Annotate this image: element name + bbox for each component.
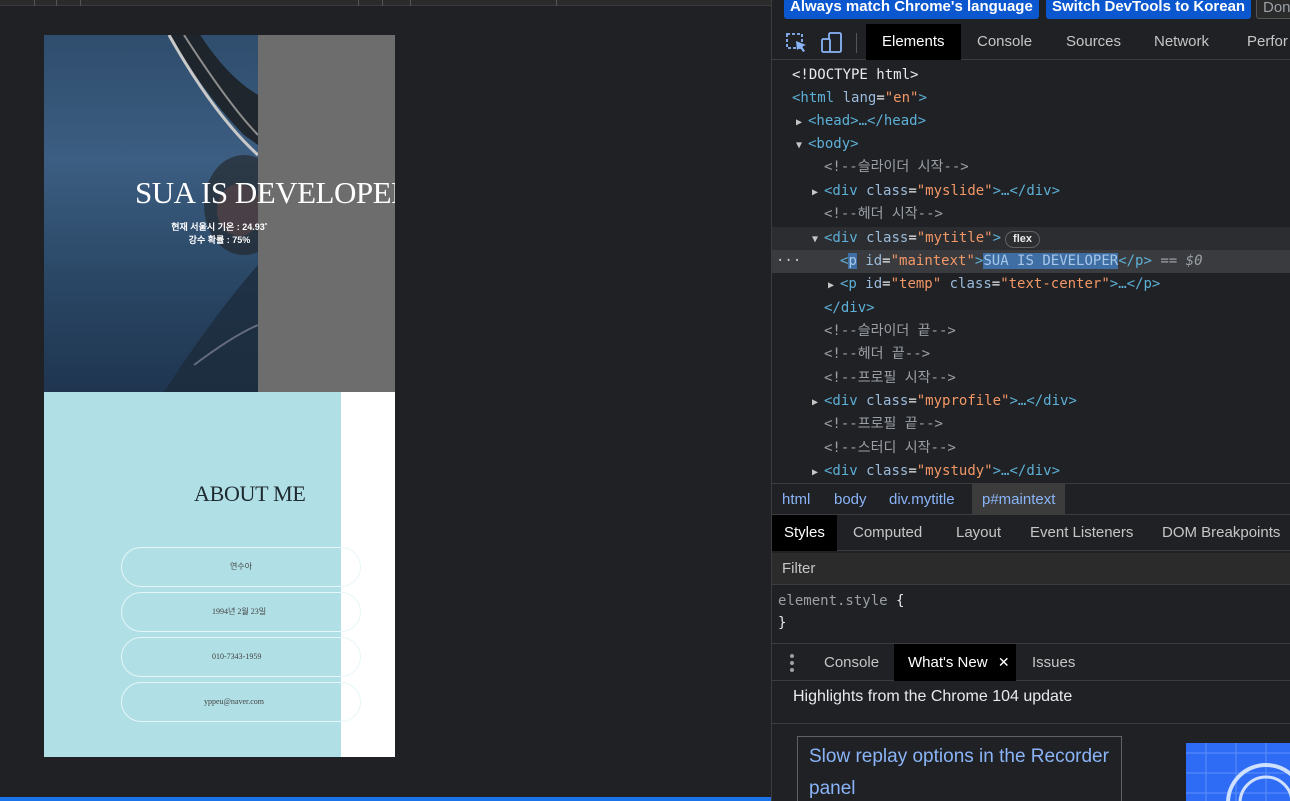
tab-elements[interactable]: Elements	[866, 24, 961, 60]
temperature-text: 현재 서울시 기온 : 24.93˚	[171, 222, 268, 232]
dom-comment[interactable]: <!--프로필 끝-->	[772, 413, 1290, 436]
dom-line-maintext-selected[interactable]: ··· <p id="maintext">SUA IS DEVELOPER</p>…	[772, 250, 1290, 273]
bottom-status-bar	[0, 797, 771, 801]
drawer-tab-whats-new[interactable]: What's New ✕	[894, 644, 1016, 681]
close-icon[interactable]: ✕	[998, 644, 1010, 681]
myprofile: ABOUT ME 연수아 1994년 2월 23일 010-7343-1959 …	[44, 392, 361, 757]
expand-arrow-icon[interactable]: ▶	[812, 181, 824, 204]
dom-line-head[interactable]: ▶ <head>…</head>	[772, 110, 1290, 133]
rain-probability-text: 강수 확률 : 75%	[188, 235, 251, 245]
tab-event-listeners[interactable]: Event Listeners	[1018, 515, 1145, 551]
dom-line-mystudy[interactable]: ▶ <div class="mystudy">…</div>	[772, 460, 1290, 483]
crumb-body[interactable]: body	[824, 484, 877, 515]
myslide: SUA IS DEVELOPER 현재 서울시 기온 : 24.93˚ 강수 확…	[44, 35, 395, 392]
breadcrumb: html body div.mytitle p#maintext	[772, 483, 1290, 515]
tab-console[interactable]: Console	[961, 24, 1048, 60]
dont-show-button[interactable]: Don	[1256, 0, 1290, 19]
crumb-div-mytitle[interactable]: div.mytitle	[879, 484, 965, 515]
devtools-tabbar: Elements Console Sources Network Perfor	[772, 24, 1290, 60]
crumb-html[interactable]: html	[772, 484, 820, 515]
dom-line-doctype[interactable]: <!DOCTYPE html>	[772, 64, 1290, 87]
styles-subtabs: Styles Computed Layout Event Listeners D…	[772, 515, 1290, 551]
collapse-arrow-icon[interactable]: ▼	[812, 228, 824, 251]
expand-arrow-icon[interactable]: ▶	[812, 461, 824, 484]
about-me-heading: ABOUT ME	[194, 481, 306, 506]
tab-layout[interactable]: Layout	[944, 515, 1013, 551]
crumb-p-maintext[interactable]: p#maintext	[972, 484, 1066, 515]
toolbar-separator	[856, 33, 857, 53]
highlights-heading: Highlights from the Chrome 104 update	[793, 688, 1073, 705]
mytitle: SUA IS DEVELOPER 현재 서울시 기온 : 24.93˚ 강수 확…	[44, 175, 395, 247]
weather-info: 현재 서울시 기온 : 24.93˚ 강수 확률 : 75%	[44, 221, 395, 247]
inspect-element-icon[interactable]	[785, 31, 809, 55]
viewport-ruler	[0, 0, 771, 6]
device-toolbar-icon[interactable]	[820, 31, 844, 55]
switch-korean-button[interactable]: Switch DevTools to Korean	[1046, 0, 1252, 19]
rendered-page: SUA IS DEVELOPER 현재 서울시 기온 : 24.93˚ 강수 확…	[44, 35, 395, 757]
main-title: SUA IS DEVELOPER	[135, 175, 395, 210]
dom-line-body[interactable]: ▼ <body>	[772, 133, 1290, 156]
dom-line-mytitle[interactable]: ▼ <div class="mytitle"> flex	[772, 227, 1290, 250]
language-infobar: Always match Chrome's language Switch De…	[772, 0, 1290, 24]
element-style-rule[interactable]: element.style { }	[778, 590, 904, 634]
profile-name: 연수아	[121, 547, 361, 587]
tab-computed[interactable]: Computed	[841, 515, 934, 551]
dom-comment[interactable]: <!--스터디 시작-->	[772, 437, 1290, 460]
drawer-tab-issues[interactable]: Issues	[1018, 644, 1089, 681]
tab-dom-breakpoints[interactable]: DOM Breakpoints	[1150, 515, 1290, 551]
devtools-panel: Always match Chrome's language Switch De…	[771, 0, 1290, 801]
dom-line-temp[interactable]: ▶ <p id="temp" class="text-center">…</p>	[772, 273, 1290, 296]
tab-performance[interactable]: Perfor	[1231, 24, 1290, 60]
dom-line-div-close[interactable]: </div>	[772, 297, 1290, 320]
profile-email: yppeu@naver.com	[121, 682, 361, 722]
expand-arrow-icon[interactable]: ▶	[812, 391, 824, 414]
styles-filter-input[interactable]: Filter	[772, 553, 1290, 585]
tab-network[interactable]: Network	[1138, 24, 1225, 60]
match-language-button[interactable]: Always match Chrome's language	[784, 0, 1039, 19]
dom-comment[interactable]: <!--프로필 시작-->	[772, 367, 1290, 390]
drawer-tabbar: Console What's New ✕ Issues	[772, 643, 1290, 681]
drawer-tab-console[interactable]: Console	[810, 644, 893, 681]
profile-phone: 010-7343-1959	[121, 637, 361, 677]
card-title[interactable]: Slow replay options in the Recorder pane…	[809, 746, 1109, 799]
dom-comment[interactable]: <!--헤더 시작-->	[772, 203, 1290, 226]
dom-line-myslide[interactable]: ▶ <div class="myslide">…</div>	[772, 180, 1290, 203]
dom-comment[interactable]: <!--헤더 끝-->	[772, 343, 1290, 366]
dom-line-html[interactable]: <html lang="en">	[772, 87, 1290, 110]
dom-comment[interactable]: <!--슬라이더 시작-->	[772, 156, 1290, 179]
page-viewport: SUA IS DEVELOPER 현재 서울시 기온 : 24.93˚ 강수 확…	[0, 0, 771, 801]
more-options-icon[interactable]: ···	[776, 250, 801, 273]
profile-birthday: 1994년 2월 23일	[121, 592, 361, 632]
dom-comment[interactable]: <!--슬라이더 끝-->	[772, 320, 1290, 343]
dom-line-myprofile[interactable]: ▶ <div class="myprofile">…</div>	[772, 390, 1290, 413]
more-tools-icon[interactable]	[790, 654, 794, 672]
flex-badge[interactable]: flex	[1005, 231, 1041, 248]
whats-new-thumbnail[interactable]	[1186, 743, 1290, 801]
whats-new-card[interactable]: Slow replay options in the Recorder pane…	[797, 736, 1122, 801]
divider	[772, 723, 1290, 724]
dom-tree: <!DOCTYPE html> <html lang="en"> ▶ <head>…	[772, 62, 1290, 482]
tab-styles[interactable]: Styles	[772, 515, 837, 551]
collapse-arrow-icon[interactable]: ▼	[796, 134, 808, 157]
expand-arrow-icon[interactable]: ▶	[796, 111, 808, 134]
expand-arrow-icon[interactable]: ▶	[828, 274, 840, 297]
tab-sources[interactable]: Sources	[1050, 24, 1137, 60]
